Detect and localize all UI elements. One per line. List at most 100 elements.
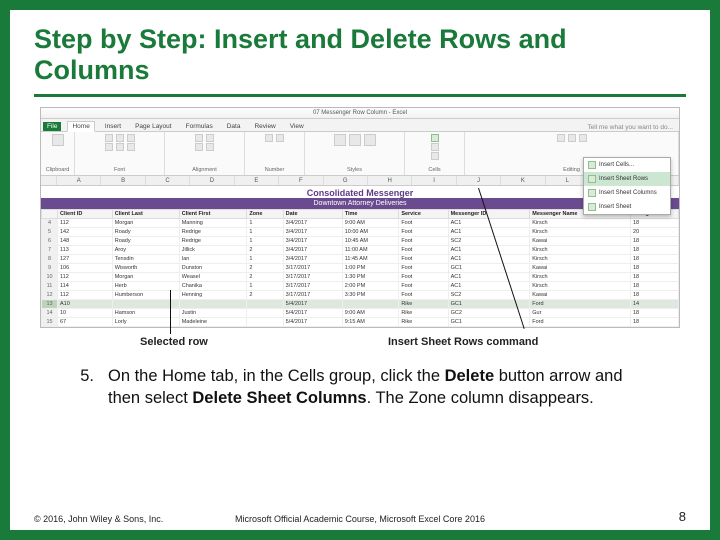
cell[interactable]: Aroy [112,246,179,255]
cell[interactable]: Foot [399,282,448,291]
cell[interactable]: 1 [247,228,283,237]
cell[interactable]: 14 [630,300,678,309]
cell[interactable]: Foot [399,264,448,273]
cell[interactable]: 112 [58,291,113,300]
row-number[interactable]: 9 [42,264,58,273]
font-icon[interactable] [105,134,113,142]
row-number[interactable]: 4 [42,219,58,228]
cell[interactable]: Foot [399,246,448,255]
cell[interactable]: Foot [399,228,448,237]
cell[interactable]: 1 [247,255,283,264]
cell[interactable]: 18 [630,255,678,264]
cell[interactable]: Morgan [112,273,179,282]
col-header[interactable]: A [57,176,101,185]
cond-format-icon[interactable] [334,134,346,146]
cell[interactable]: Ford [530,318,631,327]
cell[interactable]: Kawai [530,291,631,300]
cell[interactable]: 18 [630,318,678,327]
cell[interactable]: Rike [399,318,448,327]
tab-home[interactable]: Home [67,121,94,132]
wrap-icon[interactable] [206,143,214,151]
cell[interactable]: Foot [399,237,448,246]
find-icon[interactable] [579,134,587,142]
cell[interactable]: 11:00 AM [342,246,399,255]
col-header[interactable]: G [324,176,368,185]
cell[interactable]: 1:00 PM [342,264,399,273]
cell[interactable]: SC2 [448,291,530,300]
cell[interactable]: 3/17/2017 [283,264,342,273]
cell[interactable]: 2 [247,273,283,282]
cell[interactable]: 18 [630,291,678,300]
percent-icon[interactable] [276,134,284,142]
cell[interactable]: 3/4/2017 [283,228,342,237]
size-icon[interactable] [116,134,124,142]
col-header[interactable]: K [501,176,545,185]
format-icon[interactable] [431,152,439,160]
tab-data[interactable]: Data [223,122,245,131]
cell[interactable]: Morgan [112,219,179,228]
cell[interactable]: 127 [58,255,113,264]
cell[interactable]: 9:00 AM [342,309,399,318]
styles-icon[interactable] [364,134,376,146]
tab-formulas[interactable]: Formulas [182,122,217,131]
cell[interactable]: 20 [630,228,678,237]
cell[interactable]: AC1 [448,228,530,237]
row-number[interactable]: 11 [42,282,58,291]
cell[interactable]: 2 [247,246,283,255]
dd-insert-sheet[interactable]: Insert Sheet [584,200,670,214]
table-row[interactable]: 5142RoadyRedrige13/4/201710:00 AMFootAC1… [42,228,679,237]
cell[interactable]: AC1 [448,246,530,255]
number-icon[interactable] [265,134,273,142]
cell[interactable]: Jillick [179,246,247,255]
cell[interactable]: 18 [630,219,678,228]
cell[interactable]: Ian [179,255,247,264]
tab-review[interactable]: Review [250,122,279,131]
cell[interactable]: Roady [112,228,179,237]
cell[interactable]: Foot [399,255,448,264]
cell[interactable]: 148 [58,237,113,246]
table-row[interactable]: 11114HerbChanika13/17/20172:00 PMFootAC1… [42,282,679,291]
bold-icon[interactable] [105,143,113,151]
tab-view[interactable]: View [286,122,308,131]
cell[interactable]: 3/17/2017 [283,273,342,282]
cell[interactable]: 2 [247,291,283,300]
cell[interactable]: Manning [179,219,247,228]
cell[interactable]: Dunston [179,264,247,273]
paste-icon[interactable] [52,134,64,146]
cell[interactable]: Foot [399,273,448,282]
cell[interactable]: AC1 [448,273,530,282]
table-icon[interactable] [349,134,361,146]
cell[interactable]: 5/4/2017 [283,300,342,309]
row-number[interactable]: 15 [42,318,58,327]
cell[interactable]: 142 [58,228,113,237]
cell[interactable]: Kirsch [530,255,631,264]
cell[interactable]: 9:15 AM [342,318,399,327]
cell[interactable]: 3:30 PM [342,291,399,300]
cell[interactable]: 3/4/2017 [283,255,342,264]
cell[interactable]: GC1 [448,318,530,327]
cell[interactable]: A10 [58,300,113,309]
cell[interactable]: 3/17/2017 [283,291,342,300]
cell[interactable]: 11:45 AM [342,255,399,264]
table-row[interactable]: 8127TensdinIan13/4/201711:45 AMFootAC1Ki… [42,255,679,264]
cell[interactable]: Chanika [179,282,247,291]
table-row[interactable]: 12112HumbersonHenning23/17/20173:30 PMFo… [42,291,679,300]
cell[interactable]: AC1 [448,282,530,291]
col-header[interactable]: J [457,176,501,185]
cell[interactable]: Kawai [530,264,631,273]
cell[interactable]: Roady [112,237,179,246]
table-row[interactable]: 4112MorganManning13/4/20179:00 AMFootAC1… [42,219,679,228]
cell[interactable]: Wisworth [112,264,179,273]
col-header[interactable]: H [368,176,412,185]
row-number[interactable]: 8 [42,255,58,264]
cell[interactable]: 2 [247,264,283,273]
cell[interactable]: Weasel [179,273,247,282]
cell[interactable]: SC2 [448,237,530,246]
cell[interactable]: 3/4/2017 [283,246,342,255]
dd-insert-sheet-rows[interactable]: Insert Sheet Rows [584,172,670,186]
row-number[interactable]: 12 [42,291,58,300]
cell[interactable]: 18 [630,264,678,273]
row-number[interactable]: 13 [42,300,58,309]
col-header[interactable]: C [146,176,190,185]
row-number[interactable]: 7 [42,246,58,255]
